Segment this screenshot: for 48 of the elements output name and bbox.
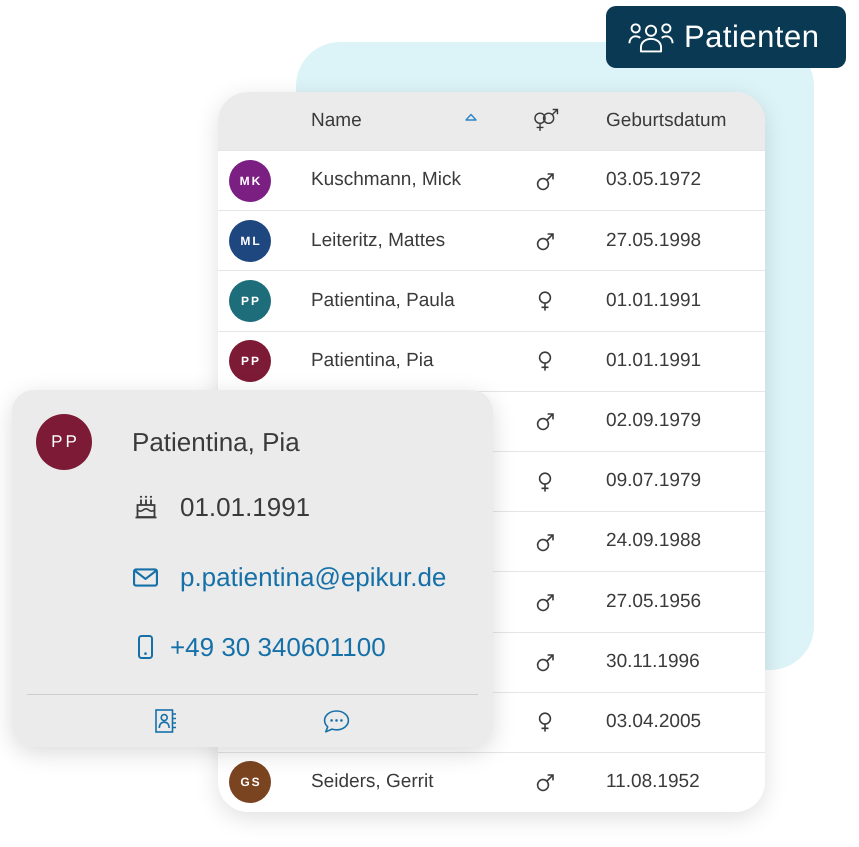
female-symbol-icon xyxy=(538,351,552,372)
male-symbol-icon xyxy=(536,411,554,432)
male-symbol-icon xyxy=(536,230,554,251)
male-symbol-icon xyxy=(536,532,554,552)
address-book-icon xyxy=(155,709,177,733)
birth-date: 11.08.1952 xyxy=(606,770,700,794)
people-icon xyxy=(628,22,674,52)
male-symbol-icon xyxy=(536,772,554,792)
birth-date: 27.05.1998 xyxy=(606,228,702,253)
phone-link[interactable]: +49 30 340601100 xyxy=(170,628,386,666)
female-symbol-icon xyxy=(538,290,552,311)
initials-avatar: PP xyxy=(229,340,271,382)
badge-title: Patienten xyxy=(684,18,820,56)
patient-name: Patientina, Paula xyxy=(311,288,455,313)
initials-avatar: PP xyxy=(36,414,92,470)
female-symbol-icon xyxy=(538,712,552,732)
smartphone-icon xyxy=(138,635,153,659)
male-symbol-icon xyxy=(536,652,554,672)
birth-date: 30.11.1996 xyxy=(606,650,700,674)
initials-avatar: ML xyxy=(229,220,271,262)
birth-date: 01.01.1991 xyxy=(180,490,310,524)
birth-date: 01.01.1991 xyxy=(606,348,702,373)
birth-date: 09.07.1979 xyxy=(606,469,702,494)
male-symbol-icon xyxy=(536,592,554,612)
email-link[interactable]: p.patientina@epikur.de xyxy=(180,558,446,596)
contact-name: Patientina, Pia xyxy=(132,426,300,459)
envelope-icon xyxy=(133,568,158,586)
patient-name: Seiders, Gerrit xyxy=(311,770,434,794)
male-symbol-icon xyxy=(536,170,554,191)
birth-date: 01.01.1991 xyxy=(606,288,702,313)
birthday-cake-icon xyxy=(135,495,157,519)
birth-date: 27.05.1956 xyxy=(606,590,702,614)
initials-avatar: MK xyxy=(229,160,271,202)
column-header[interactable]: Name xyxy=(311,106,362,136)
chat-bubble-icon xyxy=(323,709,350,733)
contact-details-button[interactable] xyxy=(155,709,177,733)
patient-name: Patientina, Pia xyxy=(311,348,434,373)
patient-name: Kuschmann, Mick xyxy=(311,168,461,192)
initials-avatar: PP xyxy=(229,280,271,322)
birth-date: 03.04.2005 xyxy=(606,710,702,734)
message-button[interactable] xyxy=(323,709,350,733)
birth-date: 02.09.1979 xyxy=(606,409,702,434)
column-header[interactable]: Geburtsdatum xyxy=(606,106,726,136)
female-symbol-icon xyxy=(538,472,552,492)
patient-name: Leiteritz, Mattes xyxy=(311,228,446,253)
birth-date: 03.05.1972 xyxy=(606,168,702,192)
initials-avatar: GS xyxy=(229,761,271,804)
birth-date: 24.09.1988 xyxy=(606,529,702,554)
